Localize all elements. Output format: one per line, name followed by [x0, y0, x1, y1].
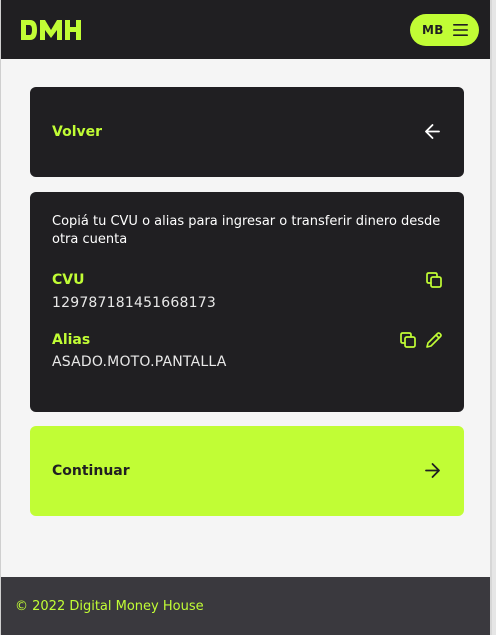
arrow-left-icon — [425, 124, 440, 139]
back-button[interactable]: Volver — [30, 87, 464, 177]
continue-button[interactable]: Continuar — [30, 426, 464, 516]
copy-cvu-icon[interactable] — [425, 271, 443, 289]
top-header: MB — [1, 0, 490, 59]
alias-value: ASADO.MOTO.PANTALLA — [52, 354, 227, 370]
cvu-label: CVU — [52, 272, 85, 288]
arrow-right-icon — [425, 463, 440, 478]
app-frame: MB Volver Copiá tu CVU o alias para ingr… — [0, 0, 492, 635]
account-info-description: Copiá tu CVU o alias para ingresar o tra… — [52, 214, 441, 247]
user-menu-button[interactable]: MB — [410, 14, 479, 46]
user-initials: MB — [422, 23, 444, 37]
back-label: Volver — [52, 124, 103, 140]
continue-label: Continuar — [52, 463, 130, 479]
alias-label: Alias — [52, 332, 91, 348]
copy-alias-icon[interactable] — [399, 331, 417, 349]
hamburger-menu-icon — [452, 24, 468, 36]
cvu-value: 129787181451668173 — [52, 295, 216, 311]
footer-copyright: © 2022 Digital Money House — [15, 599, 204, 614]
edit-alias-pencil-icon[interactable] — [425, 331, 443, 349]
dmh-logo[interactable] — [20, 17, 82, 43]
page-footer: © 2022 Digital Money House — [1, 577, 490, 635]
account-info-card: Copiá tu CVU o alias para ingresar o tra… — [30, 192, 464, 412]
